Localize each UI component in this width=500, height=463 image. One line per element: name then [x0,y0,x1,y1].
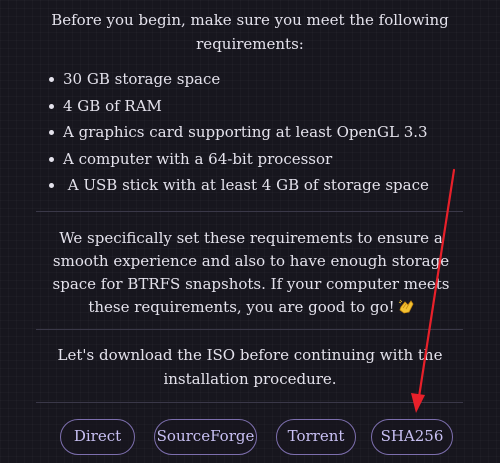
requirements-list: 30 GB storage space 4 GB of RAM A graphi… [48,66,468,199]
sha256-button[interactable]: SHA256 [371,419,453,455]
list-item: 30 GB storage space [48,66,468,93]
requirement-text: A graphics card supporting at least Open… [63,123,428,141]
list-item: A graphics card supporting at least Open… [48,119,468,146]
list-item: A USB stick with at least 4 GB of storag… [48,172,468,199]
bullet-icon [49,183,54,188]
direct-download-button[interactable]: Direct [60,419,135,455]
divider [36,211,463,212]
list-item: A computer with a 64-bit processor [48,146,468,173]
torrent-download-button[interactable]: Torrent [276,419,356,455]
requirement-text: 4 GB of RAM [63,96,162,115]
bullet-icon [49,130,54,135]
divider [36,329,463,330]
bullet-icon [49,156,54,162]
list-item: 4 GB of RAM [48,93,468,120]
requirements-note: We specifically set these requirements t… [40,227,462,319]
bullet-icon [49,103,54,109]
requirement-text: A computer with a 64-bit processor [63,149,333,168]
clapping-hands-icon [398,298,414,314]
requirement-text: 30 GB storage space [63,70,221,88]
download-text: Let's download the ISO before continuing… [57,346,443,388]
requirements-note-text: We specifically set these requirements t… [52,229,450,316]
intro-text: Before you begin, make sure you meet the… [51,11,449,53]
bullet-icon [49,77,54,82]
requirement-text: A USB stick with at least 4 GB of storag… [63,176,429,194]
sourceforge-download-button[interactable]: SourceForge [154,419,257,455]
divider [36,402,463,403]
